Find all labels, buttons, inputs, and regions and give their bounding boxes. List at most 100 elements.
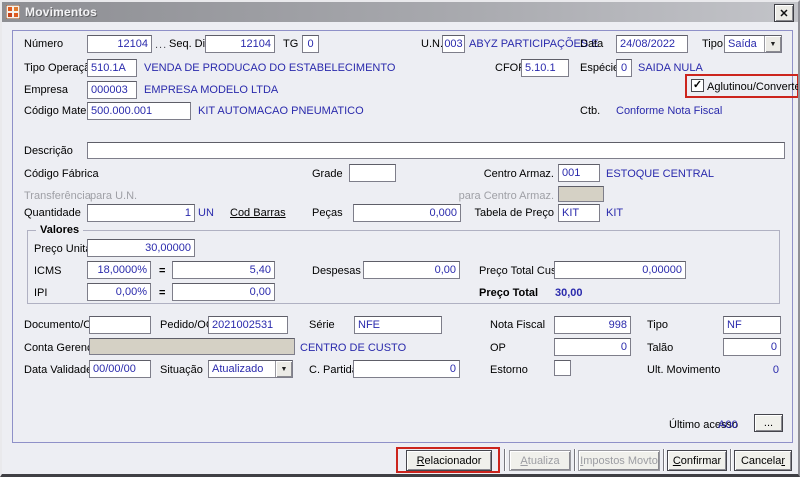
chevron-down-icon[interactable] — [764, 36, 781, 52]
ipi-equals: = — [159, 287, 166, 299]
confirmar-button-mnemonic: C — [672, 454, 681, 467]
talao-field[interactable]: 0 — [723, 338, 781, 356]
quantidade-field[interactable]: 1 — [87, 204, 195, 222]
un-label: U.N. — [421, 38, 443, 50]
data-validade-field[interactable]: 00/00/00 — [89, 360, 151, 378]
tipo-select[interactable]: Saída — [724, 35, 782, 53]
situacao-select-value: Atualizado — [212, 363, 264, 375]
data-label: Data — [580, 38, 604, 50]
tipo-nf-label: Tipo — [647, 319, 668, 331]
relacionador-button-mnemonic: R — [416, 454, 425, 467]
especie-label: Espécie — [580, 62, 620, 74]
window-title: Movimentos — [25, 5, 98, 19]
numero-lookup-icon[interactable]: ... — [155, 39, 167, 51]
empresa-field[interactable]: 000003 — [87, 81, 137, 99]
icms-equals: = — [159, 265, 166, 277]
tabela-preco-desc: KIT — [606, 207, 624, 219]
tg-label: TG — [283, 38, 299, 50]
ult-movimento-value: 0 — [772, 364, 779, 376]
impostos-movto-button: Impostos Movto — [578, 450, 660, 471]
tabela-preco-label: Tabela de Preço — [474, 207, 555, 219]
ctb-label: Ctb. — [580, 105, 601, 117]
confirmar-button[interactable]: Confirmar — [667, 450, 727, 471]
grade-field[interactable] — [349, 164, 396, 182]
chevron-down-icon[interactable] — [275, 361, 292, 377]
op-field[interactable]: 0 — [554, 338, 631, 356]
grade-label: Grade — [312, 168, 343, 180]
situacao-label: Situação — [160, 364, 203, 376]
tg-field[interactable]: 0 — [302, 35, 319, 53]
documento-field[interactable] — [89, 316, 151, 334]
centro-armaz-label: Centro Armaz. — [483, 168, 554, 180]
data-field[interactable]: 24/08/2022 — [616, 35, 688, 53]
cancelar-button-label: Cancela — [740, 454, 782, 467]
estorno-checkbox[interactable] — [554, 360, 571, 376]
estorno-label: Estorno — [490, 364, 528, 376]
ipi-valor-field[interactable]: 0,00 — [172, 283, 275, 301]
ult-movimento-label: Ult. Movimento — [647, 364, 721, 376]
button-separator — [663, 449, 664, 471]
aglutinou-checkbox[interactable]: ✓ — [691, 79, 704, 92]
preco-total-value: 30,00 — [555, 287, 583, 299]
descricao-field[interactable] — [87, 142, 785, 159]
nota-fiscal-label: Nota Fiscal — [490, 319, 546, 331]
despesas-field[interactable]: 0,00 — [363, 261, 460, 279]
c-partida-field[interactable]: 0 — [353, 360, 460, 378]
ultimo-acesso-more-button[interactable]: ... — [754, 414, 783, 432]
numero-field[interactable]: 12104 — [87, 35, 152, 53]
despesas-label: Despesas — [312, 265, 361, 277]
icms-pct-field[interactable]: 18,0000% — [87, 261, 151, 279]
cancelar-button-mnemonic: r — [781, 454, 786, 467]
button-separator — [574, 449, 575, 471]
pecas-field[interactable]: 0,000 — [353, 204, 461, 222]
especie-desc: SAIDA NULA — [638, 62, 703, 74]
c-partida-label: C. Partida — [309, 364, 358, 376]
centro-armaz-desc: ESTOQUE CENTRAL — [606, 168, 714, 180]
confirmar-button-label: onfirmar — [680, 454, 722, 467]
relacionador-button[interactable]: Relacionador — [406, 450, 492, 471]
op-label: OP — [490, 342, 506, 354]
tipo-nf-field[interactable]: NF — [723, 316, 781, 334]
para-centro-label: para Centro Armaz. — [458, 190, 554, 202]
cfop-field[interactable]: 5.10.1 — [521, 59, 569, 77]
seq-dia-field[interactable]: 12104 — [205, 35, 275, 53]
atualiza-button: Atualiza — [509, 450, 571, 471]
serie-field[interactable]: NFE — [354, 316, 442, 334]
nota-fiscal-field[interactable]: 998 — [554, 316, 631, 334]
close-icon[interactable]: ✕ — [774, 4, 794, 22]
centro-armaz-field[interactable]: 001 — [558, 164, 600, 182]
para-centro-field — [558, 186, 604, 202]
preco-total-label: Preço Total — [479, 287, 539, 299]
especie-field[interactable]: 0 — [616, 59, 632, 77]
descricao-label: Descrição — [24, 145, 73, 157]
ipi-pct-field[interactable]: 0,00% — [87, 283, 151, 301]
pedido-field[interactable]: 2021002531 — [208, 316, 288, 334]
title-bar: Movimentos ✕ — [2, 2, 798, 22]
ipi-label: IPI — [34, 287, 48, 299]
conta-gerencial-field — [89, 338, 295, 355]
tabela-preco-field[interactable]: KIT — [558, 204, 600, 222]
cancelar-button[interactable]: Cancela r — [734, 450, 792, 471]
cod-material-field[interactable]: 500.000.001 — [87, 102, 191, 120]
tipo-operacao-field[interactable]: 510.1A — [87, 59, 137, 77]
cod-barras-link[interactable]: Cod Barras — [230, 207, 286, 219]
preco-total-custo-label: Preço Total Custo — [479, 265, 566, 277]
relacionador-button-label: elacionador — [424, 454, 482, 467]
situacao-select[interactable]: Atualizado — [208, 360, 293, 378]
tipo-operacao-label: Tipo Operação — [24, 62, 97, 74]
button-separator — [730, 449, 731, 471]
un-field[interactable]: 003 — [442, 35, 465, 53]
serie-label: Série — [309, 319, 335, 331]
pecas-label: Peças — [312, 207, 343, 219]
data-validade-label: Data Validade — [24, 364, 93, 376]
preco-unitario-field[interactable]: 30,00000 — [87, 239, 195, 257]
preco-total-custo-field[interactable]: 0,00000 — [554, 261, 686, 279]
icms-valor-field[interactable]: 5,40 — [172, 261, 275, 279]
empresa-desc: EMPRESA MODELO LTDA — [144, 84, 279, 96]
para-un-label: para U.N. — [90, 190, 138, 202]
aglutinou-label: Aglutinou/Converteu — [707, 81, 800, 93]
icms-label: ICMS — [34, 265, 62, 277]
impostos-button-label: mpostos Movto — [583, 454, 658, 467]
ctb-value: Conforme Nota Fiscal — [616, 105, 723, 117]
numero-label: Número — [24, 38, 64, 50]
